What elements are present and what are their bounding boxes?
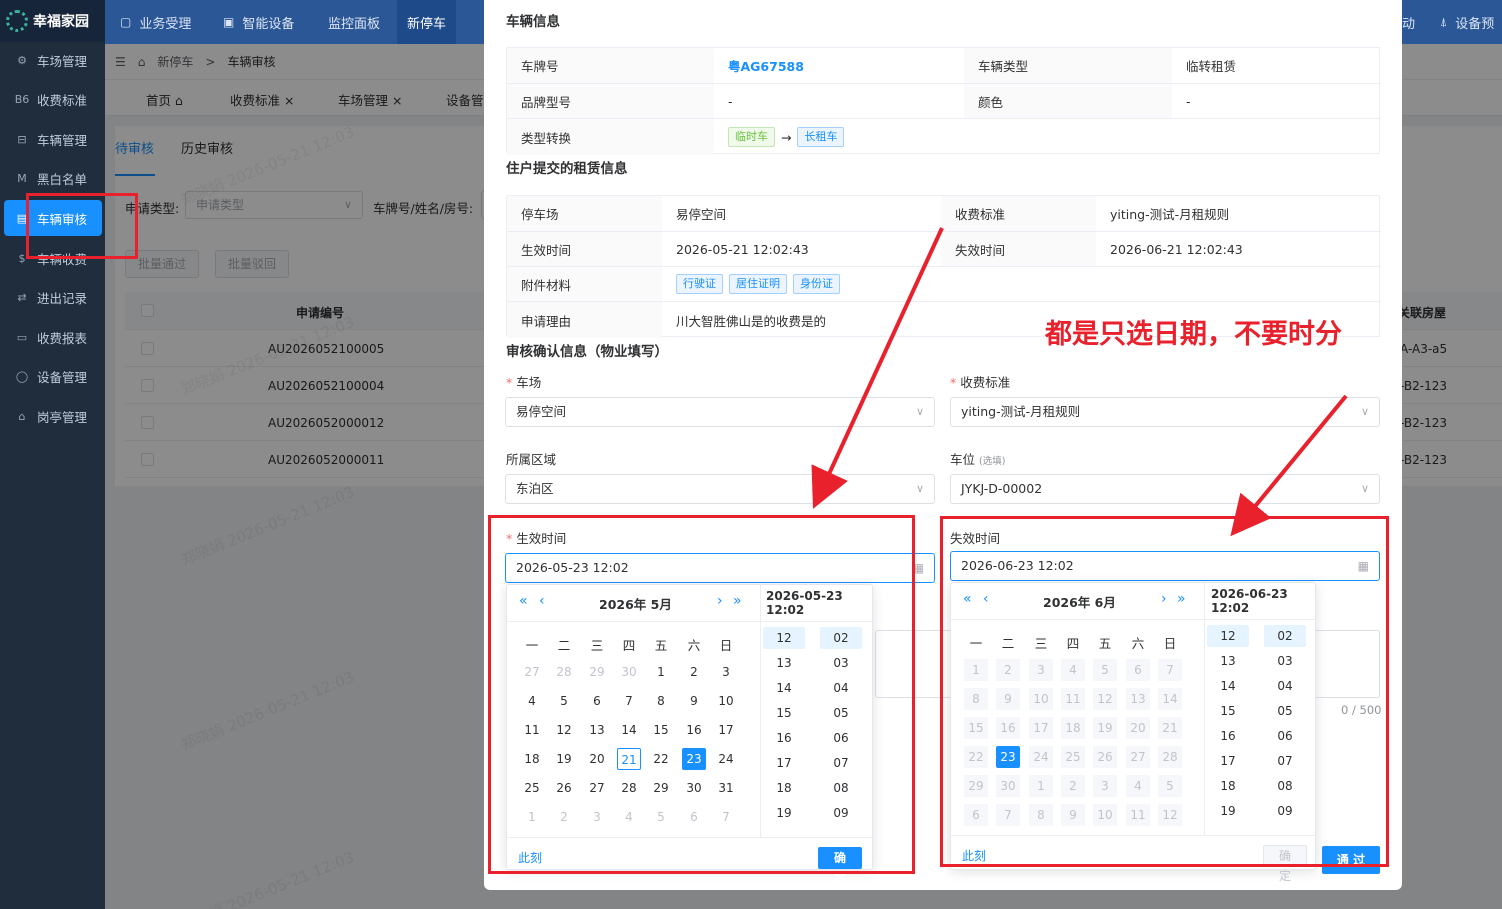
- sidebar-item-label: 收费报表: [37, 330, 88, 346]
- logo-icon: [6, 10, 28, 32]
- form-lot-label: * 车场: [506, 375, 542, 390]
- topnav-label: 设备预: [1455, 16, 1495, 32]
- business-icon: ▢: [120, 15, 132, 29]
- form-area-select[interactable]: 东泊区 ∨: [505, 474, 935, 504]
- attachment-tag[interactable]: 居住证明: [729, 274, 787, 294]
- sidebar-item-label: 车场管理: [37, 53, 88, 69]
- plate-label: 车牌号: [507, 48, 714, 84]
- annotation-box-start: [488, 515, 915, 874]
- booth-icon: ⌂: [18, 409, 26, 423]
- attachment-tag[interactable]: 行驶证: [676, 274, 723, 294]
- topnav-item-device[interactable]: ▣ 智能设备: [223, 0, 294, 44]
- chevron-down-icon: ∨: [915, 405, 924, 418]
- rent-start-label: 生效时间: [507, 232, 662, 267]
- logo-text: 幸福家园: [33, 14, 89, 30]
- vehicle-icon: ⊟: [17, 132, 27, 146]
- reason-label: 申请理由: [507, 302, 662, 338]
- fee-icon: B6: [14, 92, 30, 106]
- chevron-down-icon: ∨: [915, 482, 924, 495]
- rent-std-value: yiting-测试-月租规则: [1096, 196, 1381, 232]
- sidebar-item-report[interactable]: ▭ 收费报表: [0, 319, 105, 355]
- vehicle-type-value: 临转租赁: [1172, 48, 1381, 84]
- topnav-item-monitor[interactable]: 监控面板: [328, 0, 380, 44]
- sidebar-item-label: 收费标准: [37, 92, 88, 108]
- sidebar-item-fee[interactable]: B6 收费标准: [0, 81, 105, 117]
- topnav-item-move[interactable]: 动: [1402, 0, 1415, 44]
- sidebar-item-car-park[interactable]: ⚙ 车场管理: [0, 42, 105, 78]
- form-area-label: 所属区域: [506, 452, 557, 467]
- topnav-label: 动: [1402, 16, 1416, 32]
- app-root: 幸福家园 ⚙ 车场管理 B6 收费标准 ⊟ 车辆管理 M 黑白名单 ▤ 车辆审核 $ 车辆收…: [0, 0, 1502, 909]
- attachment-tag[interactable]: 身份证: [793, 274, 840, 294]
- form-space-label: 车位 (选填): [950, 449, 1005, 468]
- form-lot-label-text: 车场: [516, 375, 542, 390]
- sidebar: 幸福家园 ⚙ 车场管理 B6 收费标准 ⊟ 车辆管理 M 黑白名单 ▤ 车辆审核 $ 车辆收…: [0, 0, 105, 909]
- form-space-select[interactable]: JYKJ-D-00002 ∨: [950, 474, 1380, 504]
- sidebar-item-label: 进出记录: [37, 290, 88, 306]
- brand-label: 品牌型号: [507, 84, 714, 119]
- color-value: -: [1172, 84, 1381, 119]
- rent-start-value: 2026-05-21 12:02:43: [662, 232, 941, 267]
- form-std-label-text: 收费标准: [960, 375, 1011, 390]
- form-lot-select[interactable]: 易停空间 ∨: [505, 397, 935, 427]
- color-label: 颜色: [964, 84, 1172, 119]
- form-area-value: 东泊区: [516, 481, 554, 496]
- chevron-down-icon: ∨: [1360, 405, 1369, 418]
- sidebar-item-blacklist[interactable]: M 黑白名单: [0, 160, 105, 196]
- sidebar-item-record[interactable]: ⇄ 进出记录: [0, 279, 105, 315]
- list-icon: M: [17, 171, 27, 185]
- topnav-item-device-pre[interactable]: ⍋ 设备预: [1440, 0, 1494, 44]
- rent-lot-label: 停车场: [507, 196, 662, 232]
- conversion-value: 临时车 → 长租车: [714, 119, 1381, 155]
- form-space-label-text: 车位: [950, 452, 976, 467]
- device-icon: ◯: [15, 369, 29, 383]
- vehicle-type-label: 车辆类型: [964, 48, 1172, 84]
- sidebar-item-label: 黑白名单: [37, 171, 88, 187]
- conversion-label: 类型转换: [507, 119, 714, 155]
- sidebar-item-label: 车辆管理: [37, 132, 88, 148]
- topnav-item-newpark[interactable]: 新停车: [397, 0, 457, 44]
- topnav-label: 业务受理: [139, 16, 192, 32]
- rent-lot-value: 易停空间: [662, 196, 941, 232]
- arrow-right-icon: →: [781, 129, 792, 145]
- form-space-value: JYKJ-D-00002: [961, 481, 1043, 496]
- record-icon: ⇄: [17, 290, 27, 304]
- rent-info-title: 住户提交的租赁信息: [506, 161, 628, 177]
- sidebar-item-label: 岗亭管理: [37, 409, 88, 425]
- vehicle-info-title: 车辆信息: [506, 14, 560, 30]
- topnav-label: 智能设备: [242, 16, 295, 32]
- sidebar-item-label: 设备管理: [37, 369, 88, 385]
- form-lot-value: 易停空间: [516, 404, 567, 419]
- form-std-select[interactable]: yiting-测试-月租规则 ∨: [950, 397, 1380, 427]
- topnav-label: 监控面板: [328, 16, 381, 32]
- confirm-info-title: 审核确认信息（物业填写）: [506, 344, 668, 360]
- vehicle-info-table: 车牌号 粤AG67588 车辆类型 临转租赁 品牌型号 - 颜色 - 类型转换 …: [506, 47, 1381, 155]
- device-icon: ▣: [223, 15, 235, 29]
- attachments-label: 附件材料: [507, 267, 662, 302]
- alarm-icon: ⍋: [1440, 14, 1448, 29]
- sidebar-item-device[interactable]: ◯ 设备管理: [0, 358, 105, 394]
- rent-end-value: 2026-06-21 12:02:43: [1096, 232, 1381, 267]
- logo: 幸福家园: [0, 0, 105, 42]
- chevron-down-icon: ∨: [1360, 482, 1369, 495]
- form-std-value: yiting-测试-月租规则: [961, 404, 1081, 419]
- plate-value[interactable]: 粤AG67588: [714, 48, 964, 84]
- topnav-item-business[interactable]: ▢ 业务受理: [120, 0, 191, 44]
- sidebar-item-vehicle[interactable]: ⊟ 车辆管理: [0, 121, 105, 157]
- annotation-box-menu: [26, 193, 138, 259]
- car-park-icon: ⚙: [17, 53, 27, 67]
- rent-end-label: 失效时间: [941, 232, 1096, 267]
- annotation-text: 都是只选日期，不要时分: [1045, 319, 1342, 350]
- topnav-label: 新停车: [407, 16, 447, 32]
- attachments-value: 行驶证 居住证明 身份证: [662, 267, 1381, 302]
- sidebar-item-booth[interactable]: ⌂ 岗亭管理: [0, 398, 105, 434]
- report-icon: ▭: [16, 330, 28, 344]
- rent-std-label: 收费标准: [941, 196, 1096, 232]
- conv-to-tag: 长租车: [797, 127, 845, 147]
- form-std-label: * 收费标准: [950, 375, 1011, 390]
- optional-hint: (选填): [979, 456, 1006, 467]
- brand-value: -: [714, 84, 964, 119]
- annotation-box-end: [940, 516, 1389, 867]
- conv-from-tag: 临时车: [728, 127, 775, 147]
